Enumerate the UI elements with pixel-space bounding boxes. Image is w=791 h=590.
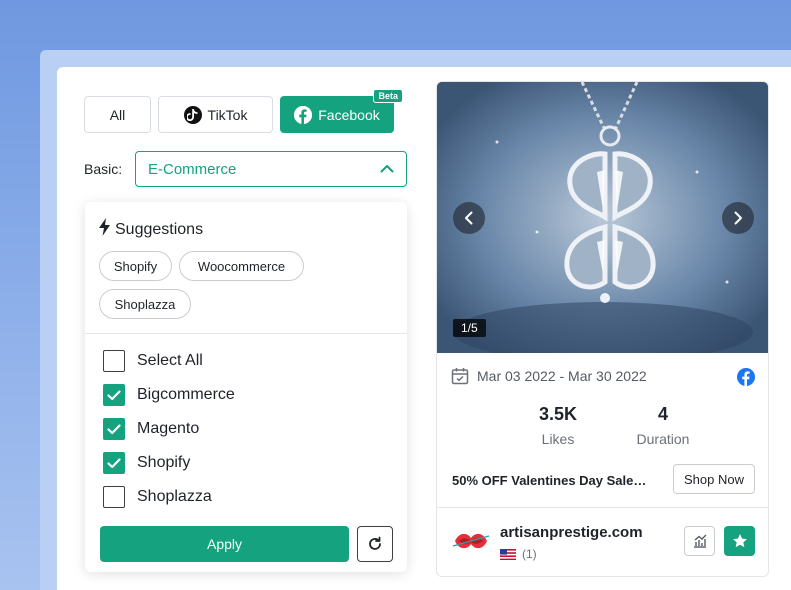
option-shopify[interactable]: Shopify xyxy=(103,452,190,474)
advertiser-name[interactable]: artisanprestige.com xyxy=(500,524,643,541)
option-select-all[interactable]: Select All xyxy=(103,350,203,372)
tab-all[interactable]: All xyxy=(84,96,151,133)
tab-tiktok-label: TikTok xyxy=(207,106,248,123)
category-dropdown: Suggestions Shopify Woocommerce Shoplazz… xyxy=(85,202,407,572)
checkbox[interactable] xyxy=(103,350,125,372)
category-select-value: E-Commerce xyxy=(148,160,237,178)
ad-image[interactable]: 1/5 xyxy=(437,82,768,353)
facebook-icon xyxy=(294,105,313,124)
checkbox-checked[interactable] xyxy=(103,452,125,474)
tab-facebook-label: Facebook xyxy=(318,106,380,123)
suggestion-chip-shoplazza[interactable]: Shoplazza xyxy=(99,289,191,319)
likes-label: Likes xyxy=(541,431,575,447)
option-label: Magento xyxy=(137,420,200,437)
checkmark-icon xyxy=(107,457,121,468)
tab-tiktok[interactable]: TikTok xyxy=(158,96,273,133)
chevron-left-icon xyxy=(465,211,473,225)
analytics-button[interactable] xyxy=(684,526,715,556)
checkmark-icon xyxy=(107,423,121,434)
facebook-platform-icon xyxy=(737,368,755,391)
duration-label: Duration xyxy=(636,431,690,447)
checkbox-checked[interactable] xyxy=(103,384,125,406)
reset-button[interactable] xyxy=(357,526,393,562)
suggestions-header: Suggestions xyxy=(99,218,203,241)
country-count: (1) xyxy=(522,547,537,561)
shop-now-button[interactable]: Shop Now xyxy=(673,464,755,494)
image-counter: 1/5 xyxy=(453,319,486,337)
tiktok-icon xyxy=(183,105,202,124)
calendar-icon xyxy=(451,368,469,385)
country-row: (1) xyxy=(500,547,537,561)
checkmark-icon xyxy=(107,389,121,400)
apply-button[interactable]: Apply xyxy=(100,526,349,562)
ad-card: 1/5 Mar 03 2022 - Mar 30 2022 3.5K Likes… xyxy=(436,81,769,577)
date-range-row: Mar 03 2022 - Mar 30 2022 xyxy=(451,367,757,385)
tab-all-label: All xyxy=(109,106,126,123)
chevron-up-icon xyxy=(380,160,394,178)
us-flag-icon xyxy=(500,548,516,560)
ad-headline: 50% OFF Valentines Day Sale… xyxy=(452,473,647,488)
star-icon xyxy=(732,534,747,548)
chevron-right-icon xyxy=(734,211,742,225)
refresh-icon xyxy=(369,536,381,550)
beta-badge: Beta xyxy=(373,89,403,103)
tab-facebook[interactable]: Facebook Beta xyxy=(280,89,403,133)
basic-label: Basic: xyxy=(84,161,123,177)
previous-image-button[interactable] xyxy=(453,202,485,234)
option-label: Select All xyxy=(137,352,203,369)
likes-value: 3.5K xyxy=(538,404,578,424)
suggestion-chip-shopify[interactable]: Shopify xyxy=(99,251,172,281)
product-photo xyxy=(437,82,768,353)
divider xyxy=(85,333,407,334)
divider xyxy=(437,507,768,508)
option-label: Shopify xyxy=(137,454,191,471)
suggestion-chip-woocommerce[interactable]: Woocommerce xyxy=(179,251,304,281)
option-bigcommerce[interactable]: Bigcommerce xyxy=(103,384,235,406)
suggestions-title: Suggestions xyxy=(115,220,204,238)
option-shoplazza[interactable]: Shoplazza xyxy=(103,486,212,508)
category-select[interactable]: E-Commerce xyxy=(135,151,407,187)
option-magento[interactable]: Magento xyxy=(103,418,199,440)
advertiser-logo[interactable] xyxy=(451,528,491,554)
next-image-button[interactable] xyxy=(722,202,754,234)
analytics-icon xyxy=(693,534,706,548)
checkbox[interactable] xyxy=(103,486,125,508)
duration-value: 4 xyxy=(657,404,668,424)
checkbox-checked[interactable] xyxy=(103,418,125,440)
option-label: Shoplazza xyxy=(137,488,212,505)
option-label: Bigcommerce xyxy=(137,386,235,403)
favorite-button[interactable] xyxy=(724,526,755,556)
date-range: Mar 03 2022 - Mar 30 2022 xyxy=(477,368,647,384)
lightning-icon xyxy=(99,218,110,241)
